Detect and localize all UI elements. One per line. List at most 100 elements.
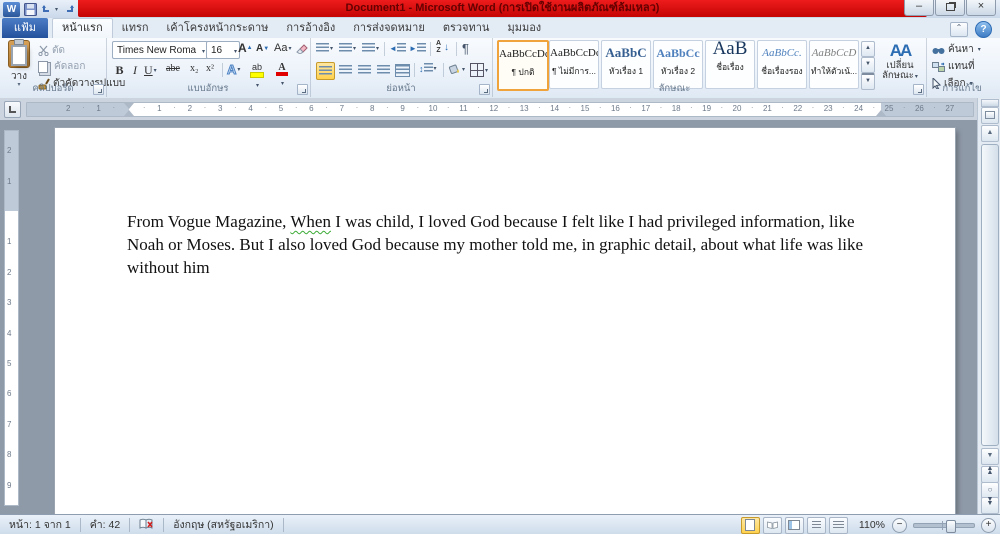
tab-view[interactable]: มุมมอง bbox=[498, 19, 550, 38]
font-name-combobox[interactable]: Times New Roma bbox=[112, 41, 208, 59]
word-count-indicator[interactable]: คำ: 42 bbox=[81, 518, 131, 532]
zoom-out-button[interactable]: − bbox=[892, 517, 907, 533]
borders-button[interactable] bbox=[470, 63, 488, 77]
previous-page-button[interactable]: ▲ ▲ bbox=[981, 465, 999, 483]
help-button[interactable]: ? bbox=[975, 21, 992, 38]
split-handle[interactable] bbox=[981, 99, 999, 107]
word-logo-icon[interactable]: W bbox=[3, 1, 20, 17]
cut-button[interactable]: ตัด bbox=[38, 43, 65, 58]
shrink-font-button[interactable]: A ▼ bbox=[256, 43, 269, 54]
ruler-mark: · bbox=[142, 103, 146, 112]
view-ruler-toggle-button[interactable] bbox=[981, 107, 999, 124]
outline-view-button[interactable] bbox=[806, 516, 826, 534]
line-spacing-button[interactable]: ↕ bbox=[419, 63, 437, 74]
multilevel-list-button[interactable] bbox=[362, 43, 379, 54]
document-paragraph[interactable]: From Vogue Magazine, When I was child, I… bbox=[127, 210, 885, 279]
scroll-down-button[interactable]: ▼ bbox=[981, 448, 999, 465]
thai-distributed-button[interactable] bbox=[394, 62, 411, 78]
font-dialog-launcher[interactable] bbox=[297, 84, 308, 95]
grammar-flagged-word: When bbox=[290, 212, 331, 231]
zoom-level-label[interactable]: 110% bbox=[859, 519, 885, 531]
minimize-button[interactable]: – bbox=[904, 0, 934, 16]
ruler-mark: 9 bbox=[7, 480, 12, 490]
clipboard-dialog-launcher[interactable] bbox=[93, 84, 104, 95]
next-page-button[interactable]: ▼ ▼ bbox=[981, 496, 999, 514]
styles-gallery-more-button[interactable]: ▼ bbox=[861, 73, 875, 90]
shading-button[interactable] bbox=[448, 63, 465, 75]
ruler-mark: · bbox=[750, 103, 754, 112]
ruler-mark: · bbox=[294, 103, 298, 112]
redo-button[interactable] bbox=[62, 2, 75, 17]
tab-file[interactable]: แฟ้ม bbox=[2, 18, 48, 38]
undo-button[interactable] bbox=[41, 2, 58, 17]
web-layout-view-button[interactable] bbox=[784, 516, 804, 534]
show-hide-pilcrow-button[interactable]: ¶ bbox=[462, 41, 469, 56]
style-preview: AaBbCc. bbox=[762, 47, 802, 59]
styles-dialog-launcher[interactable] bbox=[913, 84, 924, 95]
tab-review[interactable]: ตรวจทาน bbox=[434, 19, 499, 38]
text-effects-button[interactable]: A bbox=[226, 62, 240, 78]
numbering-button[interactable] bbox=[339, 43, 356, 54]
ruler-mark: 27 bbox=[945, 104, 955, 113]
copy-button[interactable]: คัดลอก bbox=[38, 59, 85, 74]
hanging-indent-marker[interactable] bbox=[124, 105, 134, 116]
draft-view-button[interactable] bbox=[828, 516, 848, 534]
tab-mailings[interactable]: การส่งจดหมาย bbox=[344, 19, 434, 38]
zoom-in-button[interactable]: + bbox=[981, 517, 996, 533]
subscript-label: x₂ bbox=[190, 63, 199, 74]
italic-button[interactable]: I bbox=[130, 63, 140, 78]
page-number-indicator[interactable]: หน้า: 1 จาก 1 bbox=[0, 518, 81, 532]
tab-page-layout[interactable]: เค้าโครงหน้ากระดาษ bbox=[158, 19, 278, 38]
find-button[interactable]: ค้นหา bbox=[932, 42, 981, 57]
save-button[interactable] bbox=[24, 2, 37, 17]
ruler-mark: · bbox=[416, 103, 420, 112]
document-page[interactable]: From Vogue Magazine, When I was child, I… bbox=[55, 128, 955, 514]
word-application-window: W A bbox=[0, 0, 1000, 534]
close-button[interactable]: × bbox=[966, 0, 996, 16]
align-left-button[interactable] bbox=[316, 62, 335, 80]
justify-button[interactable] bbox=[375, 62, 392, 78]
strikethrough-label: abe bbox=[166, 63, 180, 74]
zoom-slider-thumb[interactable] bbox=[946, 519, 956, 533]
group-clipboard: วาง ▾ ตัด คัดลอก ตัวคัดวางรูปแบบ คลิปบอร… bbox=[0, 38, 125, 97]
print-layout-view-button[interactable] bbox=[740, 516, 760, 534]
font-size-combobox[interactable]: 16 bbox=[206, 41, 240, 59]
subscript-button[interactable]: x₂ bbox=[190, 63, 199, 74]
minimize-ribbon-button[interactable]: ⌃ bbox=[950, 22, 968, 37]
increase-indent-button[interactable]: ► bbox=[409, 43, 426, 54]
align-right-button[interactable] bbox=[356, 62, 373, 78]
zoom-slider-track[interactable] bbox=[913, 519, 975, 533]
decrease-indent-button[interactable]: ◄ bbox=[389, 43, 406, 54]
ruler-mark: · bbox=[902, 103, 906, 112]
proofing-status[interactable] bbox=[130, 518, 165, 532]
scrollbar-thumb[interactable] bbox=[981, 144, 999, 446]
tab-insert[interactable]: แทรก bbox=[113, 19, 158, 38]
change-case-button[interactable]: Aa bbox=[274, 42, 291, 54]
bullets-button[interactable] bbox=[316, 43, 333, 54]
ruler-mark: 7 bbox=[7, 419, 12, 429]
strikethrough-button[interactable]: abe bbox=[166, 63, 180, 74]
language-indicator[interactable]: อังกฤษ (สหรัฐอเมริกา) bbox=[164, 518, 284, 532]
change-styles-button[interactable]: AA เปลี่ยน ลักษณะ bbox=[878, 41, 922, 82]
styles-gallery-up-button[interactable]: ▲ bbox=[861, 41, 875, 57]
h-ruler[interactable]: 1 · 2 · 3 · 4 · 5 · 6 · 7 · 8 · 9 · 10 · 11 · 12 · 13 · 14 · 15 · 16 · 1… bbox=[26, 102, 974, 117]
underline-button[interactable]: U bbox=[144, 63, 157, 78]
styles-gallery-down-button[interactable]: ▼ bbox=[861, 57, 875, 73]
tab-references[interactable]: การอ้างอิง bbox=[277, 19, 344, 38]
paragraph-dialog-launcher[interactable] bbox=[479, 84, 490, 95]
tab-stop-selector[interactable] bbox=[4, 101, 21, 118]
bold-button[interactable]: B bbox=[113, 63, 126, 78]
v-ruler[interactable]: 1 2 3 4 5 6 7 8 9 1 2 bbox=[4, 130, 19, 506]
scroll-up-button[interactable]: ▲ bbox=[981, 125, 999, 142]
align-center-button[interactable] bbox=[337, 62, 354, 78]
ruler-mark: · bbox=[811, 103, 815, 112]
ruler-mark: · bbox=[203, 103, 207, 112]
restore-button[interactable] bbox=[935, 0, 965, 16]
replace-button[interactable]: แทนที่ bbox=[932, 59, 974, 74]
sort-button[interactable]: A Z bbox=[436, 40, 441, 54]
superscript-button[interactable]: x² bbox=[206, 63, 214, 74]
tab-home[interactable]: หน้าแรก bbox=[52, 18, 113, 38]
grow-font-button[interactable]: A ▲ bbox=[238, 41, 253, 55]
clear-formatting-button[interactable] bbox=[296, 42, 308, 54]
fullscreen-reading-view-button[interactable] bbox=[762, 516, 782, 534]
